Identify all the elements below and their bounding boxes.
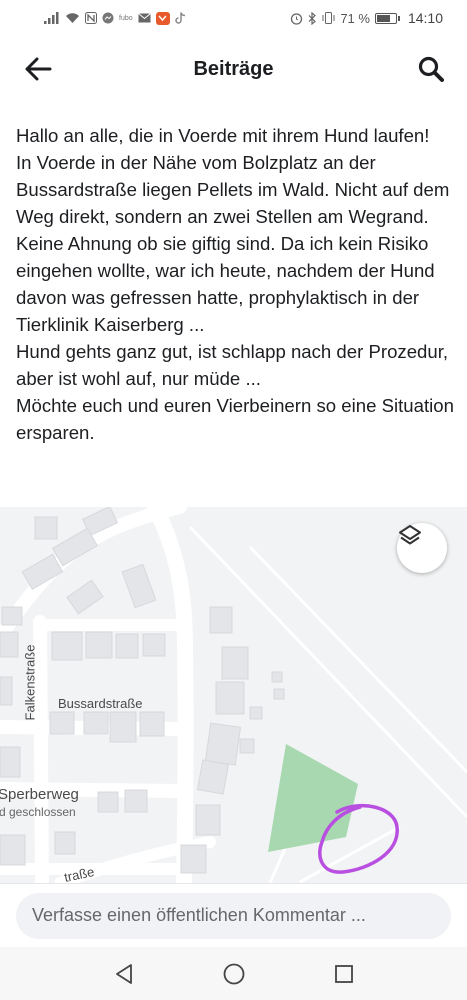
- map-view[interactable]: Falkenstraße Bussardstraße Sperberweg d …: [0, 507, 467, 883]
- back-button[interactable]: [20, 51, 56, 87]
- map-graphics: [0, 507, 467, 883]
- building: [0, 746, 21, 778]
- building: [215, 681, 245, 715]
- park-area: [268, 744, 358, 852]
- map-layers-button[interactable]: [397, 523, 447, 573]
- square-recents-icon: [334, 964, 353, 983]
- status-icons-right: 71 % 14:10: [290, 10, 443, 26]
- building: [0, 834, 26, 866]
- page-title: Beiträge: [193, 57, 274, 80]
- battery-fill: [376, 14, 390, 22]
- battery-icon: [374, 12, 400, 24]
- messenger-icon: [102, 12, 114, 24]
- alarm-icon: [290, 12, 303, 25]
- map-label-falkenstrasse: Falkenstraße: [22, 644, 38, 721]
- building: [142, 633, 166, 657]
- building: [54, 831, 76, 855]
- building: [115, 633, 139, 659]
- building: [204, 722, 242, 766]
- road-falkenstrasse: [33, 615, 49, 883]
- map-label-closed: d geschlossen: [0, 805, 76, 819]
- bluetooth-icon: [308, 11, 317, 25]
- building: [239, 738, 255, 754]
- building: [209, 606, 233, 634]
- building: [0, 676, 13, 706]
- building: [49, 711, 75, 735]
- building: [66, 579, 104, 615]
- wifi-icon: [65, 12, 80, 24]
- status-icons-left: fubo: [44, 11, 186, 25]
- arrow-left-icon: [25, 57, 52, 81]
- clock: 14:10: [407, 10, 443, 26]
- road-main-vertical: [147, 507, 194, 883]
- comment-input[interactable]: Verfasse einen öffentlichen Kommentar ..…: [16, 892, 451, 939]
- building: [85, 631, 113, 659]
- building: [124, 789, 148, 813]
- app-bar: Beiträge: [0, 36, 467, 102]
- building: [221, 646, 249, 680]
- building: [197, 759, 229, 795]
- building: [139, 711, 165, 737]
- building: [51, 527, 99, 567]
- building: [34, 516, 58, 540]
- vibrate-icon: [322, 12, 335, 24]
- nav-recents-button[interactable]: [328, 958, 360, 990]
- signal-icon: [44, 12, 60, 24]
- nav-back-button[interactable]: [108, 958, 140, 990]
- building: [249, 706, 263, 720]
- building: [121, 563, 157, 609]
- circle-home-icon: [223, 963, 244, 984]
- layers-icon: [399, 525, 421, 545]
- status-bar: fubo 71 % 14:10: [0, 0, 467, 36]
- building: [83, 711, 109, 735]
- building: [180, 844, 207, 874]
- building: [271, 671, 283, 683]
- nfc-icon: [85, 12, 97, 24]
- battery-percent: 71 %: [340, 10, 370, 26]
- search-button[interactable]: [413, 51, 449, 87]
- map-label-sperberweg: Sperberweg: [0, 786, 79, 803]
- building: [0, 631, 19, 658]
- comment-bar: Verfasse einen öffentlichen Kommentar ..…: [0, 883, 467, 947]
- building: [273, 688, 285, 700]
- shopping-icon: [155, 11, 170, 25]
- building: [109, 711, 137, 743]
- nav-home-button[interactable]: [218, 958, 250, 990]
- post-text: Hallo an alle, die in Voerde mit ihrem H…: [16, 125, 454, 443]
- building: [51, 631, 83, 661]
- tiktok-icon: [174, 12, 186, 24]
- building: [195, 804, 221, 836]
- triangle-back-icon: [115, 963, 132, 984]
- system-nav-bar: [0, 947, 467, 1000]
- fubo-icon: fubo: [119, 14, 133, 22]
- path-diagonal-2: [248, 545, 467, 774]
- search-icon: [418, 56, 444, 82]
- map-label-bussardstrasse: Bussardstraße: [58, 696, 143, 711]
- building: [97, 791, 119, 813]
- building: [1, 606, 23, 626]
- mail-icon: [137, 13, 151, 23]
